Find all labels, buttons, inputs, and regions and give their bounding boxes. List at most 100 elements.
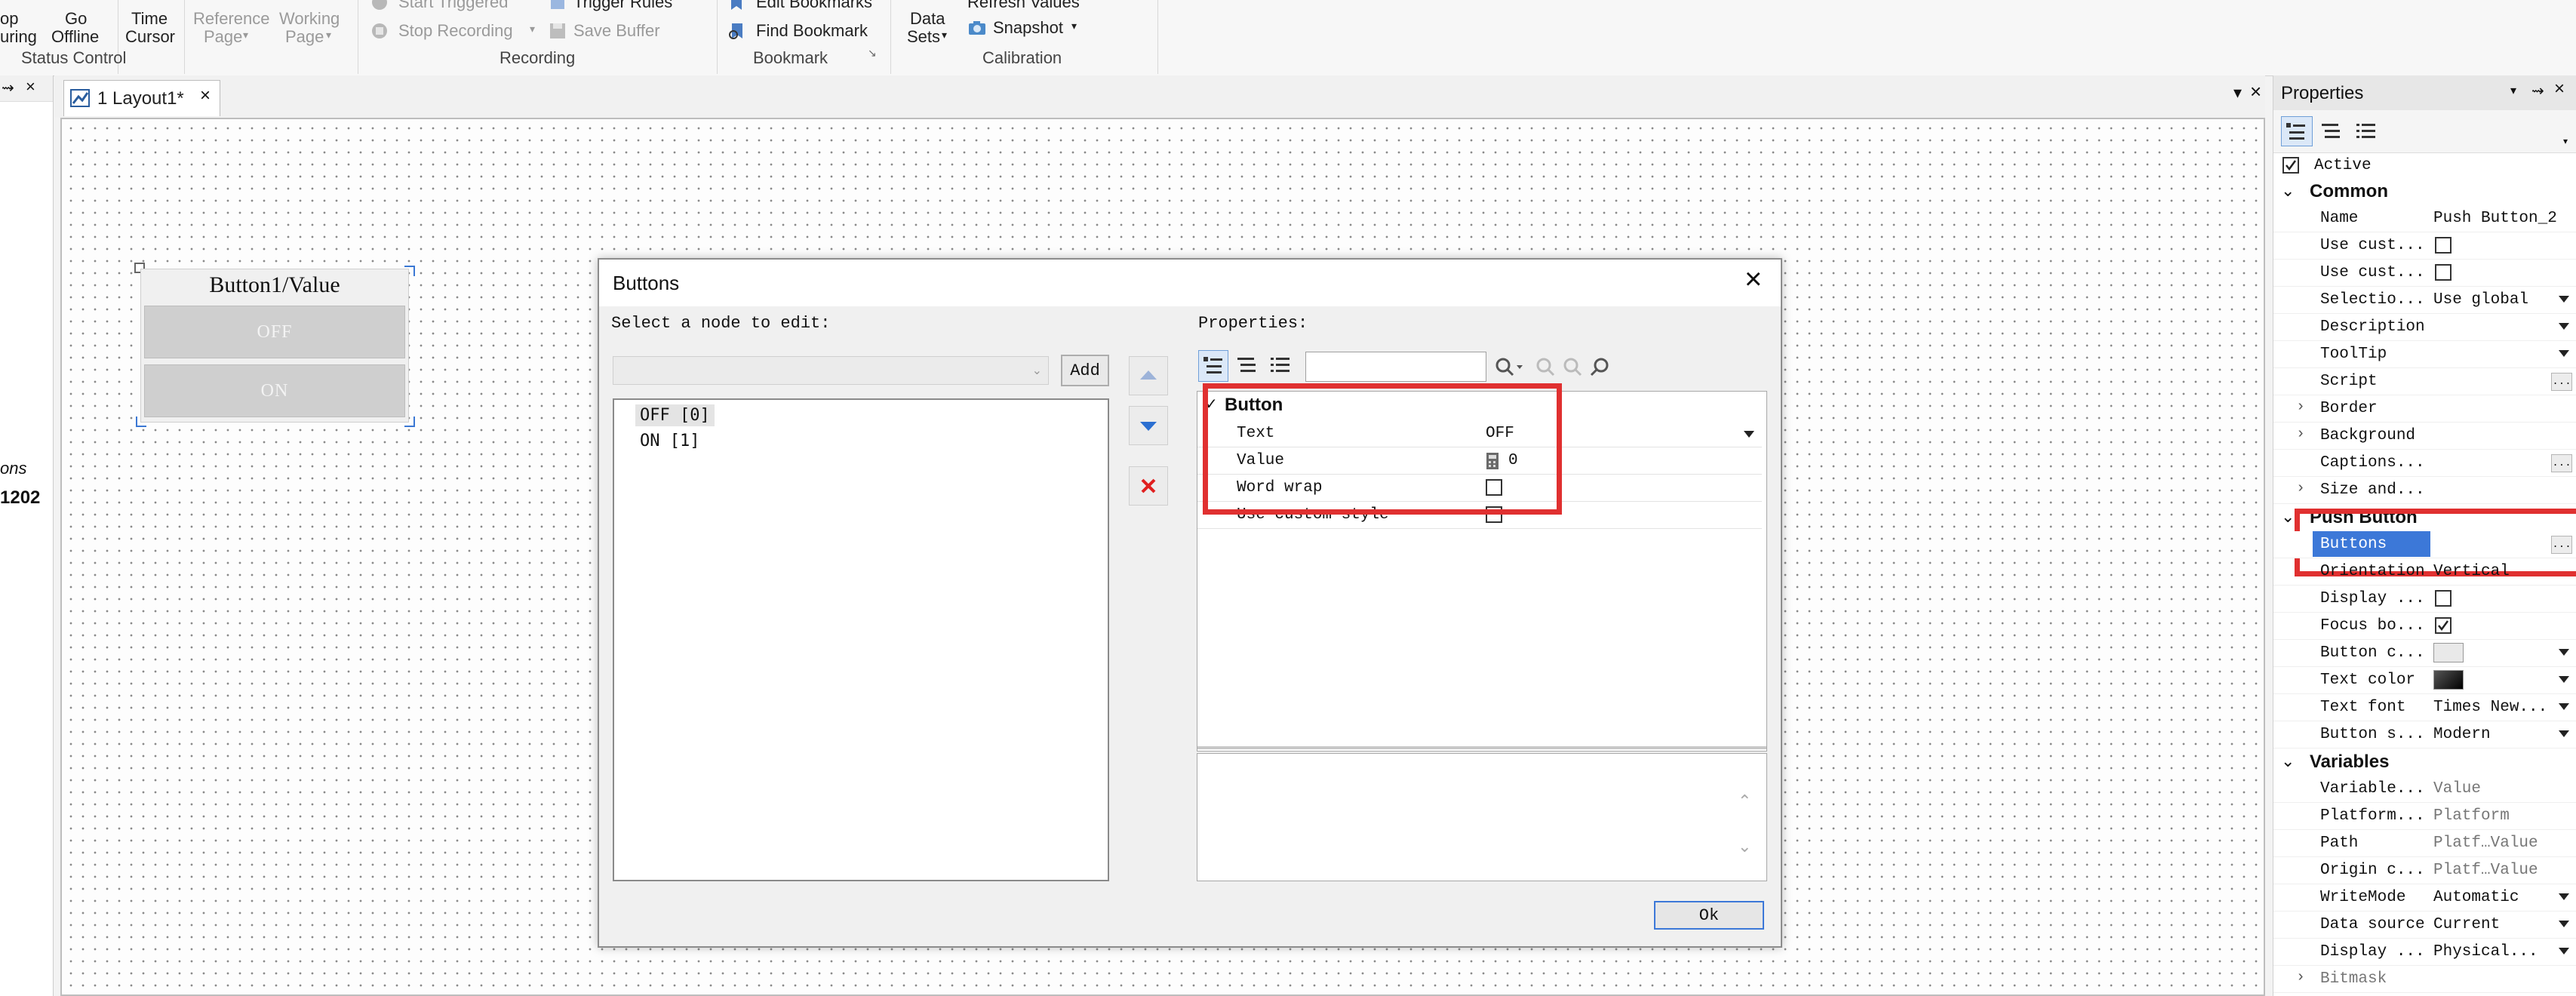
chevron-down-icon[interactable]: ▾: [2510, 83, 2516, 98]
categorized-view-button[interactable]: [2281, 116, 2313, 146]
active-row[interactable]: Active: [2273, 152, 2576, 180]
pin-icon[interactable]: ⇝: [2, 78, 14, 97]
property-name: Buttons: [2313, 531, 2430, 557]
tab-layout1[interactable]: 1 Layout1* ×: [63, 80, 220, 116]
property-row[interactable]: Description: [2273, 314, 2576, 341]
chevron-down-icon[interactable]: [2559, 893, 2569, 900]
property-row[interactable]: Captions......: [2273, 450, 2576, 477]
chevron-down-icon[interactable]: [2559, 676, 2569, 683]
ok-button[interactable]: Ok: [1654, 901, 1764, 930]
property-row[interactable]: Text color: [2273, 667, 2576, 694]
property-row[interactable]: › Border: [2273, 395, 2576, 423]
property-row[interactable]: Display ... Physical...: [2273, 939, 2576, 966]
find-previous-icon[interactable]: [1535, 356, 1556, 381]
scroll-down-icon[interactable]: ⌄: [1738, 837, 1751, 856]
node-item-off[interactable]: OFF [0]: [635, 404, 715, 426]
move-down-button[interactable]: [1129, 406, 1168, 445]
property-row[interactable]: Button c...: [2273, 640, 2576, 667]
property-name: Use cust...: [2320, 264, 2425, 281]
expand-icon[interactable]: ›: [2296, 480, 2305, 497]
chevron-down-icon[interactable]: [2559, 649, 2569, 656]
use-custom-checkbox[interactable]: [2435, 264, 2452, 281]
property-row[interactable]: Button s... Modern: [2273, 721, 2576, 749]
ellipsis-button[interactable]: ...: [2551, 536, 2572, 554]
collapse-icon[interactable]: ⌄: [2281, 752, 2295, 771]
category-variables[interactable]: ⌄ Variables: [2273, 749, 2576, 776]
push-button-widget[interactable]: Button1/Value OFF ON: [140, 269, 409, 423]
text-color-swatch[interactable]: [2433, 670, 2464, 690]
chevron-down-icon[interactable]: [2559, 730, 2569, 737]
widget-off-button[interactable]: OFF: [144, 306, 405, 358]
list-view-button[interactable]: [2352, 116, 2382, 146]
display-checkbox[interactable]: [2435, 590, 2452, 607]
property-row[interactable]: Orientation Vertical: [2273, 558, 2576, 586]
property-row[interactable]: Name Push Button_2: [2273, 205, 2576, 232]
chevron-down-icon[interactable]: [2559, 703, 2569, 710]
pin-icon[interactable]: ⇝: [2531, 81, 2544, 100]
property-row[interactable]: Script...: [2273, 368, 2576, 395]
close-document-icon[interactable]: ×: [2250, 80, 2261, 103]
property-row[interactable]: › Background: [2273, 423, 2576, 450]
chevron-down-icon[interactable]: [2559, 948, 2569, 954]
tab-list-chevron-icon[interactable]: ▾: [2233, 83, 2242, 103]
property-row[interactable]: Origin c... Platf…Value: [2273, 857, 2576, 884]
splitter[interactable]: [1197, 746, 1766, 749]
property-row[interactable]: Platform... Platform: [2273, 803, 2576, 830]
property-row[interactable]: Use cust...: [2273, 260, 2576, 287]
chevron-down-icon[interactable]: [2559, 296, 2569, 303]
property-search-input[interactable]: [1305, 352, 1486, 382]
expand-icon[interactable]: ›: [2296, 398, 2305, 416]
property-row[interactable]: Focus bo...: [2273, 613, 2576, 640]
search-options-icon[interactable]: [1494, 356, 1524, 381]
close-icon[interactable]: ×: [2554, 78, 2565, 100]
chevron-down-icon[interactable]: [1744, 431, 1754, 438]
chevron-down-icon[interactable]: [2559, 921, 2569, 927]
ellipsis-button[interactable]: ...: [2551, 454, 2572, 472]
property-row[interactable]: › Size and...: [2273, 477, 2576, 504]
widget-on-button[interactable]: ON: [144, 364, 405, 417]
collapse-icon[interactable]: ⌄: [2281, 507, 2295, 527]
close-tab-icon[interactable]: ×: [200, 85, 211, 106]
ellipsis-button[interactable]: ...: [2551, 373, 2572, 391]
use-custom-checkbox[interactable]: [2435, 237, 2452, 254]
property-value: Value: [2433, 780, 2482, 798]
property-row[interactable]: › Bitmask: [2273, 966, 2576, 993]
move-up-button[interactable]: [1129, 356, 1168, 395]
expand-icon[interactable]: ›: [2296, 969, 2305, 986]
close-icon[interactable]: ×: [26, 77, 35, 97]
collapse-icon[interactable]: ⌄: [2281, 181, 2295, 201]
scroll-up-icon[interactable]: ⌃: [1738, 792, 1751, 811]
property-row[interactable]: Path Platf…Value: [2273, 830, 2576, 857]
button-color-swatch[interactable]: [2433, 643, 2464, 662]
categorized-view-button[interactable]: [1198, 350, 1228, 382]
delete-button[interactable]: [1129, 466, 1168, 506]
find-bookmark-label: Find Bookmark: [756, 21, 868, 40]
close-icon[interactable]: ×: [1744, 264, 1762, 294]
node-item-on[interactable]: ON [1]: [640, 432, 699, 450]
focus-border-checkbox[interactable]: [2435, 617, 2452, 634]
property-row[interactable]: Variable... Value: [2273, 776, 2576, 803]
list-view-button[interactable]: [1266, 350, 1296, 382]
clear-search-icon[interactable]: [1589, 356, 1612, 381]
property-row[interactable]: Use cust...: [2273, 232, 2576, 260]
active-checkbox[interactable]: [2282, 157, 2299, 174]
property-row[interactable]: Display ...: [2273, 586, 2576, 613]
expand-icon[interactable]: ›: [2296, 426, 2305, 443]
property-row[interactable]: Selectio... Use global: [2273, 287, 2576, 314]
alphabetical-view-button[interactable]: [1233, 350, 1263, 382]
chevron-down-icon[interactable]: [2559, 323, 2569, 330]
property-row[interactable]: Data source Current: [2273, 911, 2576, 939]
alphabetical-view-button[interactable]: [2317, 116, 2347, 146]
add-button[interactable]: Add: [1061, 355, 1109, 386]
property-row[interactable]: Text font Times New...: [2273, 694, 2576, 721]
category-common[interactable]: ⌄ Common: [2273, 178, 2576, 205]
find-next-icon[interactable]: [1562, 356, 1583, 381]
property-row[interactable]: WriteMode Automatic: [2273, 884, 2576, 911]
chevron-down-icon[interactable]: [2559, 350, 2569, 357]
property-row[interactable]: Buttons...: [2273, 531, 2576, 558]
property-row[interactable]: ToolTip: [2273, 341, 2576, 368]
node-select-dropdown[interactable]: ⌄: [613, 356, 1049, 385]
overflow-icon[interactable]: ▾: [2563, 136, 2568, 146]
dialog-launcher-icon[interactable]: ↘: [868, 47, 877, 60]
node-list: OFF [0] ON [1]: [613, 398, 1109, 881]
